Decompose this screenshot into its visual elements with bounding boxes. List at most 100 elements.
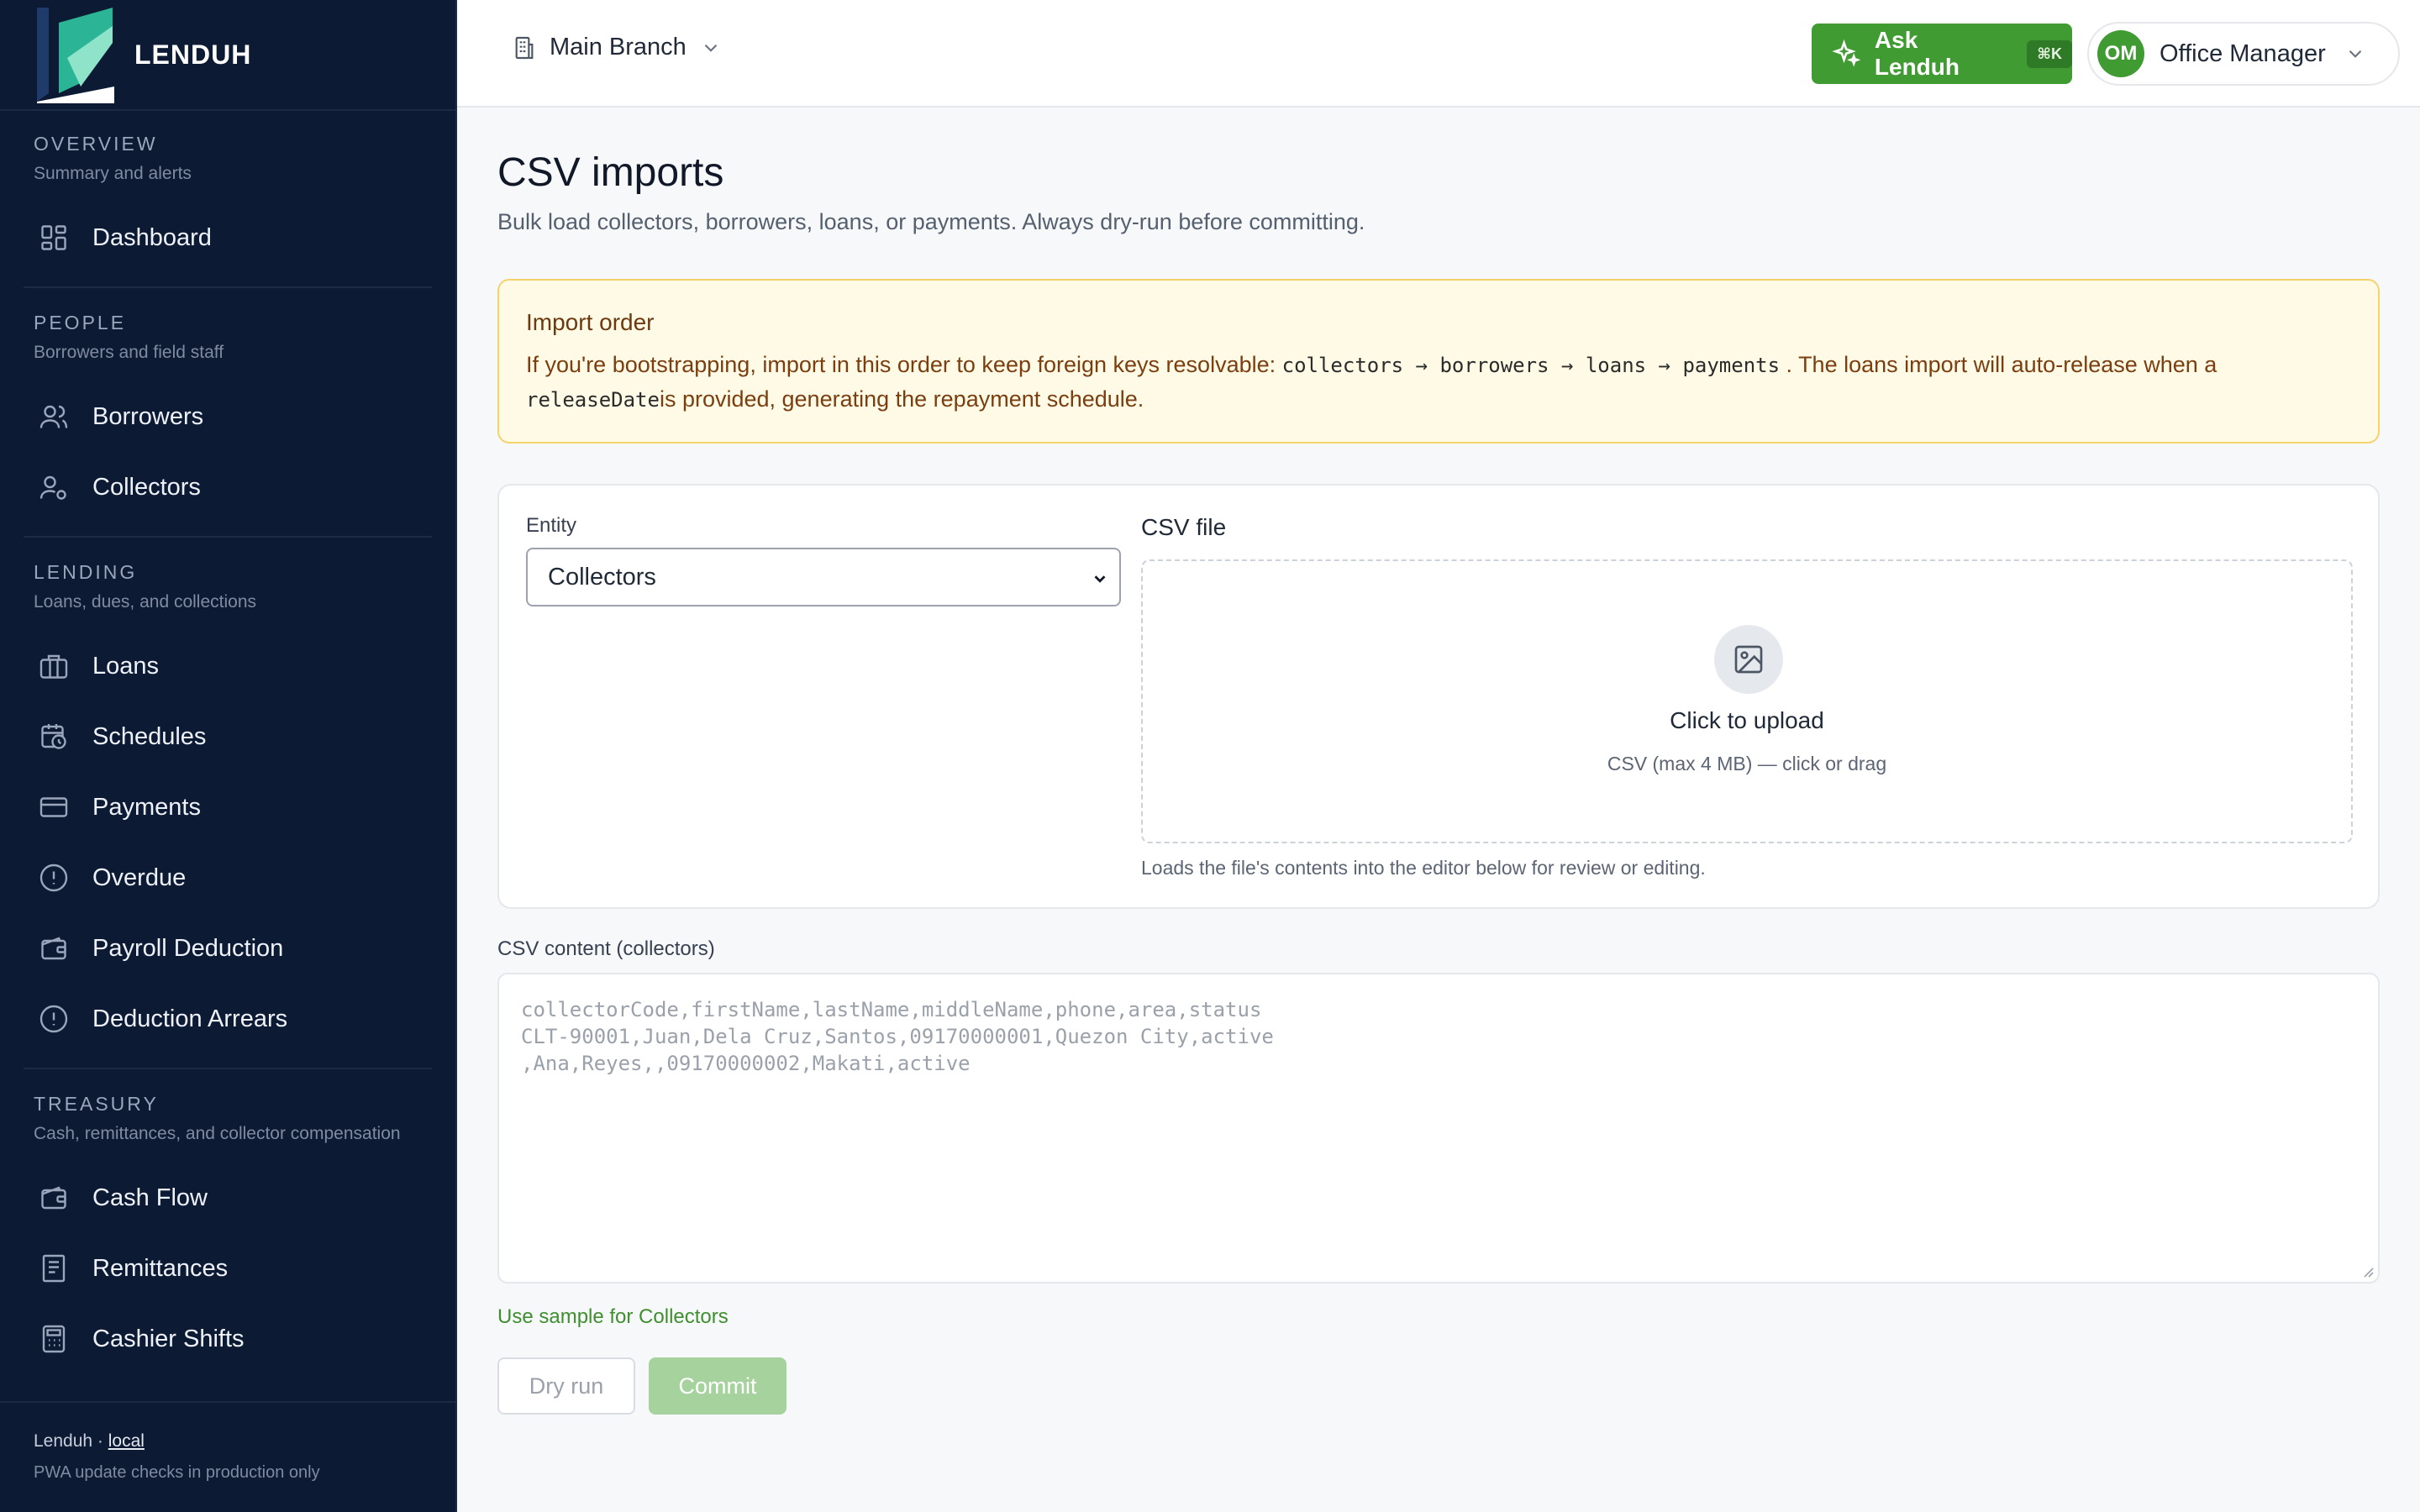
sidebar: LENDUH OVERVIEW Summary and alerts Dashb…	[0, 0, 457, 1512]
section-subtitle: Summary and alerts	[34, 164, 192, 183]
page-title: CSV imports	[497, 150, 724, 195]
entity-select[interactable]: Collectors	[526, 548, 1121, 606]
sidebar-nav: OVERVIEW Summary and alerts Dashboard PE…	[0, 111, 455, 1401]
upload-help-text: Loads the file's contents into the edito…	[1141, 857, 1706, 879]
pwa-note: PWA update checks in production only	[34, 1463, 320, 1482]
branch-name: Main Branch	[550, 34, 687, 60]
sidebar-footer: Lenduh · local PWA update checks in prod…	[0, 1401, 455, 1512]
branch-selector[interactable]: Main Branch	[511, 34, 722, 61]
sidebar-item-label: Borrowers	[92, 402, 204, 430]
alert-text: is provided, generating the repayment sc…	[659, 386, 1144, 412]
wallet-icon	[41, 937, 66, 960]
topbar: Main Branch Ask Lenduh ⌘K OM Office Mana…	[457, 0, 2420, 108]
image-icon	[1734, 645, 1763, 674]
alert-text: . The loans import will auto-release whe…	[1780, 352, 2217, 377]
alert-title: Import order	[526, 309, 655, 335]
sidebar-item-overdue[interactable]: Overdue	[24, 843, 432, 913]
csv-upload-dropzone[interactable]: Click to upload CSV (max 4 MB) — click o…	[1141, 559, 2353, 843]
chevron-down-icon	[1094, 575, 1106, 583]
sidebar-item-schedules[interactable]: Schedules	[24, 701, 432, 772]
sidebar-item-loans[interactable]: Loans	[24, 631, 432, 701]
sidebar-item-dashboard[interactable]: Dashboard	[24, 202, 432, 273]
building-icon	[515, 36, 534, 59]
wallet-icon	[41, 1186, 66, 1210]
alert-circle-icon	[39, 1005, 68, 1033]
users-icon	[39, 405, 68, 428]
sidebar-item-label: Deduction Arrears	[92, 1005, 288, 1032]
section-subtitle: Cash, remittances, and collector compens…	[34, 1124, 401, 1143]
sidebar-item-label: Cashier Shifts	[92, 1325, 245, 1352]
import-form-card: Entity Collectors CSV file Click to uplo…	[497, 484, 2380, 909]
csv-content-textarea[interactable]: collectorCode,firstName,lastName,middleN…	[497, 973, 2380, 1284]
briefcase-icon	[39, 654, 68, 679]
csv-content-label: CSV content (collectors)	[497, 937, 715, 960]
sidebar-item-deduction-arrears[interactable]: Deduction Arrears	[24, 984, 432, 1054]
section-subtitle: Loans, dues, and collections	[34, 592, 257, 612]
upload-icon-circle	[1714, 625, 1783, 694]
sidebar-item-collectors[interactable]: Collectors	[24, 452, 432, 522]
sidebar-item-label: Schedules	[92, 722, 207, 750]
alert-circle-icon	[39, 864, 68, 892]
section-title: OVERVIEW	[34, 133, 158, 155]
import-order-code: collectors → borrowers → loans → payment…	[1281, 354, 1781, 377]
nav-section-overview: OVERVIEW Summary and alerts Dashboard	[24, 111, 432, 288]
main-content: CSV imports Bulk load collectors, borrow…	[497, 108, 2380, 1415]
ask-label: Ask Lenduh	[1874, 27, 1960, 80]
sidebar-item-label: Dashboard	[92, 223, 212, 251]
sidebar-item-cash-flow[interactable]: Cash Flow	[24, 1163, 432, 1233]
sidebar-item-remittances[interactable]: Remittances	[24, 1233, 432, 1304]
receipt-icon	[42, 1254, 66, 1283]
csv-file-label: CSV file	[1141, 514, 1227, 540]
nav-section-lending: LENDING Loans, dues, and collections Loa…	[24, 538, 432, 1069]
lenduh-logo-icon	[34, 6, 114, 103]
use-sample-link[interactable]: Use sample for Collectors	[497, 1305, 729, 1329]
app-env: Lenduh · local	[34, 1431, 145, 1451]
sidebar-item-label: Overdue	[92, 864, 187, 891]
chevron-down-icon	[2349, 50, 2362, 58]
nav-section-treasury: TREASURY Cash, remittances, and collecto…	[24, 1069, 432, 1388]
sidebar-item-payments[interactable]: Payments	[24, 772, 432, 843]
sidebar-item-label: Payroll Deduction	[92, 934, 284, 962]
nav-section-people: PEOPLE Borrowers and field staff Borrowe…	[24, 288, 432, 538]
alert-body: If you're bootstrapping, import in this …	[526, 348, 2351, 417]
import-order-alert: Import order If you're bootstrapping, im…	[497, 279, 2380, 444]
release-date-code: releaseDate	[526, 388, 660, 412]
user-menu[interactable]: OM Office Manager	[2087, 22, 2400, 86]
calculator-icon	[42, 1325, 66, 1353]
section-subtitle: Borrowers and field staff	[34, 343, 224, 362]
sidebar-item-label: Loans	[92, 652, 160, 680]
sidebar-item-label: Collectors	[92, 473, 201, 501]
section-title: LENDING	[34, 561, 138, 583]
user-gear-icon	[39, 475, 66, 500]
sidebar-item-borrowers[interactable]: Borrowers	[24, 381, 432, 452]
alert-text: If you're bootstrapping, import in this …	[526, 352, 1282, 377]
sidebar-item-label: Cash Flow	[92, 1184, 208, 1211]
sidebar-item-label: Remittances	[92, 1254, 229, 1282]
shortcut-badge: ⌘K	[2027, 39, 2072, 68]
sidebar-item-cashier-shifts[interactable]: Cashier Shifts	[24, 1304, 432, 1374]
page-subtitle: Bulk load collectors, borrowers, loans, …	[497, 209, 1365, 234]
form-actions: Dry run Commit	[497, 1357, 2380, 1415]
entity-selected-value: Collectors	[548, 563, 656, 591]
sparkles-icon	[1832, 39, 1861, 67]
upload-title: Click to upload	[1670, 707, 1824, 733]
resize-handle-icon[interactable]	[2360, 1263, 2375, 1278]
section-title: TREASURY	[34, 1093, 159, 1115]
commit-button[interactable]: Commit	[649, 1357, 786, 1415]
dry-run-button[interactable]: Dry run	[497, 1357, 635, 1415]
env-link[interactable]: local	[108, 1431, 145, 1451]
sidebar-item-label: Payments	[92, 793, 201, 821]
brand[interactable]: LENDUH	[0, 0, 455, 111]
user-name: Office Manager	[2160, 39, 2326, 67]
card-icon	[39, 797, 68, 817]
sidebar-item-payroll-deduction[interactable]: Payroll Deduction	[24, 913, 432, 984]
avatar: OM	[2097, 30, 2144, 77]
csv-placeholder: collectorCode,firstName,lastName,middleN…	[521, 998, 1274, 1075]
dashboard-icon	[41, 225, 66, 250]
upload-subtitle: CSV (max 4 MB) — click or drag	[1607, 753, 1887, 774]
section-title: PEOPLE	[34, 312, 127, 333]
app-name: Lenduh	[34, 1431, 93, 1451]
ask-lenduh-button[interactable]: Ask Lenduh ⌘K	[1812, 24, 2072, 84]
entity-label: Entity	[526, 514, 577, 537]
calendar-clock-icon	[41, 724, 66, 749]
